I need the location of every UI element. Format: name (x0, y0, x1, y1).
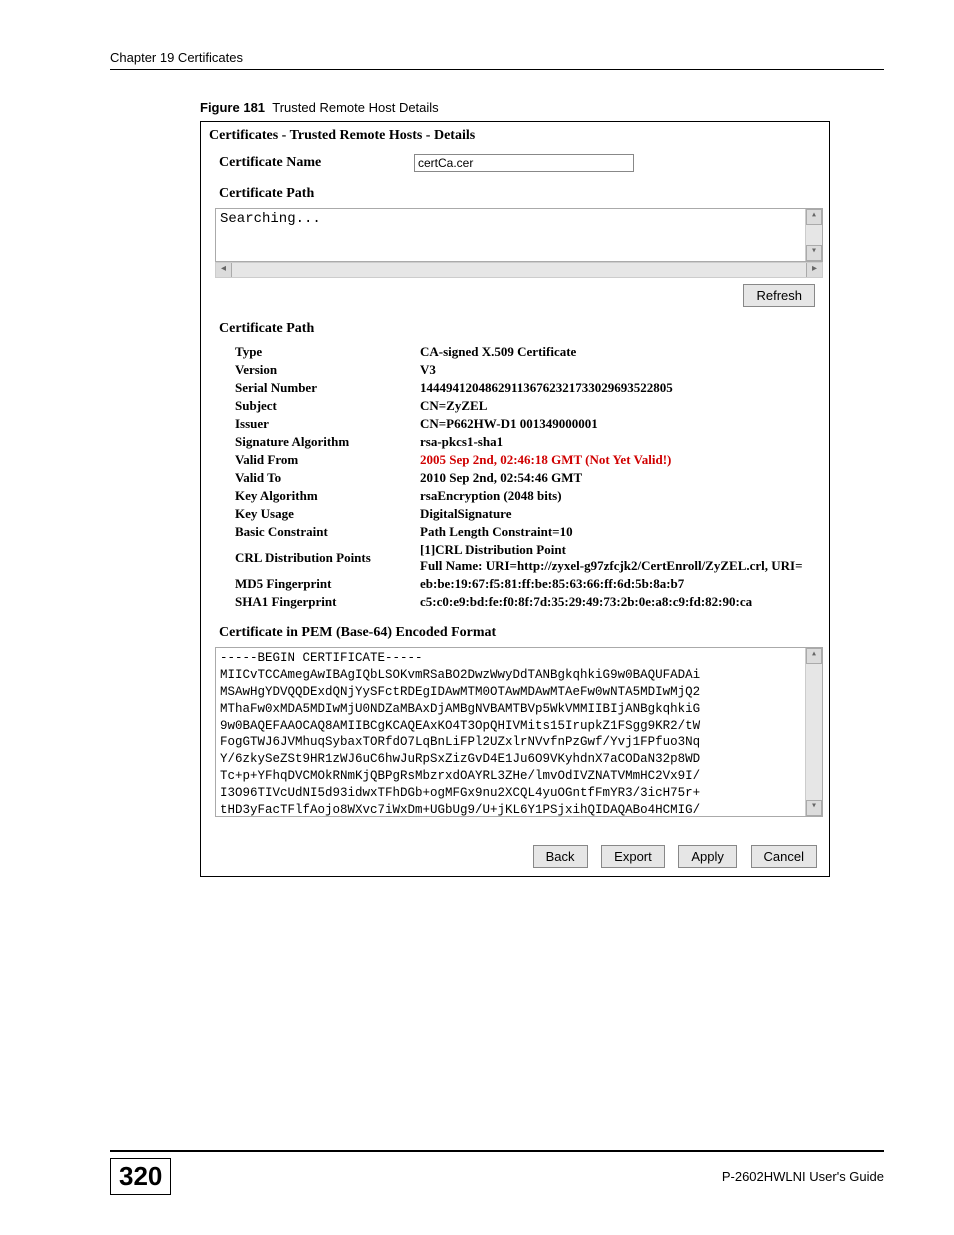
type-label: Type (235, 343, 420, 361)
apply-button[interactable]: Apply (678, 845, 737, 868)
sigalg-value: rsa-pkcs1-sha1 (420, 433, 823, 451)
keyalg-label: Key Algorithm (235, 487, 420, 505)
page-footer: 320 P-2602HWLNI User's Guide (110, 1144, 884, 1196)
sha1-value: c5:c0:e9:bd:fe:f0:8f:7d:35:29:49:73:2b:0… (420, 593, 823, 611)
crl-label: CRL Distribution Points (235, 549, 420, 567)
pem-text: -----BEGIN CERTIFICATE----- MIICvTCCAmeg… (220, 651, 700, 817)
cert-path-text: Searching... (220, 211, 321, 227)
keyusage-value: DigitalSignature (420, 505, 823, 523)
pem-label: Certificate in PEM (Base-64) Encoded For… (219, 625, 823, 641)
scrollbar-horizontal[interactable]: ◂ ▸ (215, 262, 823, 278)
basic-value: Path Length Constraint=10 (420, 523, 823, 541)
chapter-header: Chapter 19 Certificates (110, 50, 884, 65)
back-button[interactable]: Back (533, 845, 588, 868)
subject-label: Subject (235, 397, 420, 415)
cert-name-label: Certificate Name (219, 155, 414, 171)
scrollbar-vertical[interactable]: ▴ ▾ (805, 209, 822, 261)
serial-label: Serial Number (235, 379, 420, 397)
figure-number: Figure 181 (200, 100, 265, 115)
version-label: Version (235, 361, 420, 379)
scroll-right-icon[interactable]: ▸ (806, 263, 822, 277)
header-rule (110, 69, 884, 70)
button-row: Back Export Apply Cancel (207, 845, 817, 868)
keyusage-label: Key Usage (235, 505, 420, 523)
scroll-down-icon[interactable]: ▾ (806, 245, 822, 261)
figure-caption: Figure 181 Trusted Remote Host Details (200, 100, 884, 115)
scroll-down-icon[interactable]: ▾ (806, 800, 822, 816)
breadcrumb: Certificates - Trusted Remote Hosts - De… (209, 128, 823, 144)
scroll-up-icon[interactable]: ▴ (806, 648, 822, 664)
refresh-button[interactable]: Refresh (743, 284, 815, 307)
serial-value: 144494120486291136762321733029693522805 (420, 379, 823, 397)
sha1-label: SHA1 Fingerprint (235, 593, 420, 611)
issuer-value: CN=P662HW-D1 001349000001 (420, 415, 823, 433)
footer-rule (110, 1150, 884, 1152)
validto-label: Valid To (235, 469, 420, 487)
scroll-up-icon[interactable]: ▴ (806, 209, 822, 225)
pem-textarea[interactable]: -----BEGIN CERTIFICATE----- MIICvTCCAmeg… (215, 647, 823, 817)
figure-title: Trusted Remote Host Details (272, 100, 438, 115)
cert-path-box[interactable]: Searching... ▴ ▾ (215, 208, 823, 262)
cert-path-label: Certificate Path (219, 186, 823, 202)
validto-value: 2010 Sep 2nd, 02:54:46 GMT (420, 469, 823, 487)
md5-value: eb:be:19:67:f5:81:ff:be:85:63:66:ff:6d:5… (420, 575, 823, 593)
sigalg-label: Signature Algorithm (235, 433, 420, 451)
issuer-label: Issuer (235, 415, 420, 433)
keyalg-value: rsaEncryption (2048 bits) (420, 487, 823, 505)
type-value: CA-signed X.509 Certificate (420, 343, 823, 361)
basic-label: Basic Constraint (235, 523, 420, 541)
cert-name-input[interactable] (414, 154, 634, 172)
figure-screenshot: Certificates - Trusted Remote Hosts - De… (200, 121, 830, 877)
pem-scrollbar[interactable]: ▴▾ (805, 648, 822, 816)
crl-line2: Full Name: URI=http://zyxel-g97zfcjk2/Ce… (420, 558, 823, 574)
md5-label: MD5 Fingerprint (235, 575, 420, 593)
validfrom-label: Valid From (235, 451, 420, 469)
cert-path-label-2: Certificate Path (219, 321, 823, 337)
crl-value: [1]CRL Distribution Point Full Name: URI… (420, 541, 823, 575)
version-value: V3 (420, 361, 823, 379)
validfrom-value: 2005 Sep 2nd, 02:46:18 GMT (Not Yet Vali… (420, 451, 823, 469)
cancel-button[interactable]: Cancel (751, 845, 817, 868)
crl-line1: [1]CRL Distribution Point (420, 542, 823, 558)
subject-value: CN=ZyZEL (420, 397, 823, 415)
page-number: 320 (110, 1158, 171, 1195)
scroll-left-icon[interactable]: ◂ (216, 263, 232, 277)
cert-details: TypeCA-signed X.509 Certificate VersionV… (235, 343, 823, 611)
guide-name: P-2602HWLNI User's Guide (722, 1169, 884, 1184)
export-button[interactable]: Export (601, 845, 665, 868)
